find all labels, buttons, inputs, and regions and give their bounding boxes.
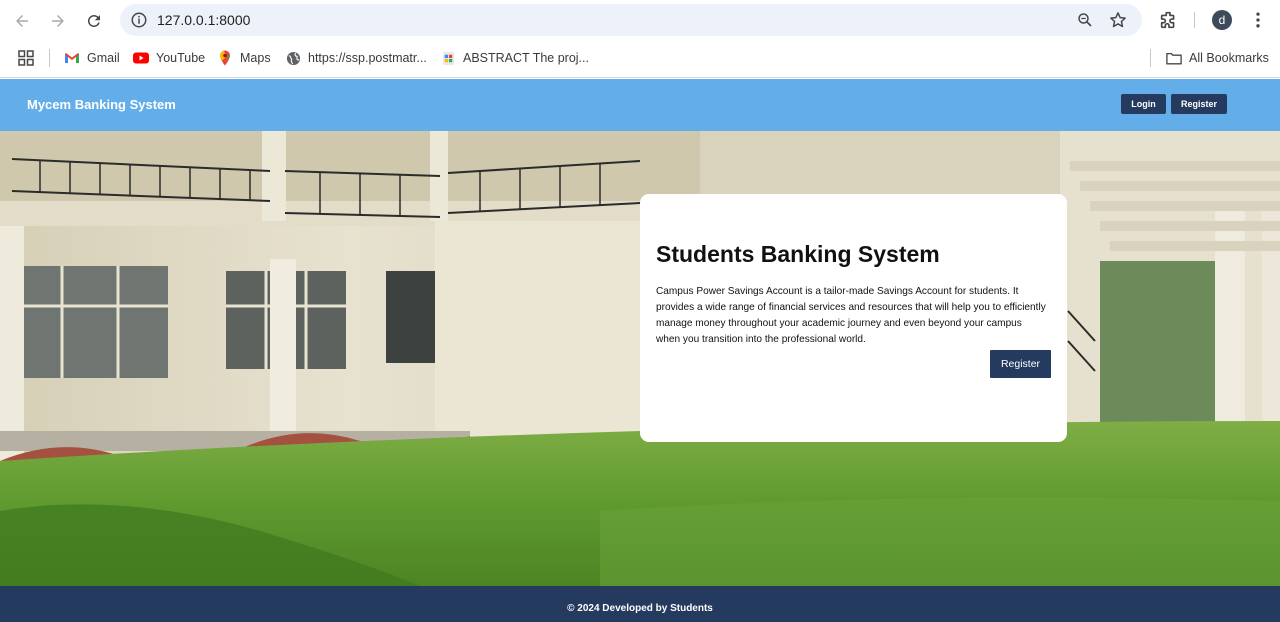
address-bar[interactable]: 127.0.0.1:8000 (120, 4, 1142, 36)
footer-credit: © 2024 Developed by Students (567, 603, 713, 614)
globe-icon (285, 50, 301, 66)
hero-section: Students Banking System Campus Power Sav… (0, 131, 1280, 586)
reload-icon (87, 14, 100, 27)
bookmark-star-icon[interactable] (1108, 10, 1128, 30)
extensions-icon[interactable] (1158, 9, 1180, 31)
bookmark-youtube[interactable]: YouTube (133, 49, 205, 67)
more-menu-icon[interactable] (1248, 10, 1268, 30)
youtube-icon (133, 50, 149, 66)
nav-register-button[interactable]: Register (1171, 94, 1227, 114)
login-button[interactable]: Login (1121, 94, 1166, 114)
bookmark-label: https://ssp.postmatr... (308, 51, 427, 65)
bookmark-label: ABSTRACT The proj... (463, 51, 589, 65)
zoom-icon[interactable] (1076, 11, 1094, 29)
bookmarks-divider (1150, 49, 1151, 67)
gmail-icon (64, 50, 80, 66)
bookmark-label: Gmail (87, 51, 120, 65)
hero-card: Students Banking System Campus Power Sav… (640, 194, 1067, 442)
bookmarks-divider (49, 49, 50, 67)
profile-avatar[interactable]: d (1212, 10, 1232, 30)
bookmark-label: YouTube (156, 51, 206, 65)
bookmark-label: Maps (240, 51, 271, 65)
back-button[interactable] (9, 8, 35, 34)
reload-button[interactable] (81, 8, 107, 34)
hero-description: Campus Power Savings Account is a tailor… (656, 286, 1046, 345)
site-footer: © 2024 Developed by Students (0, 586, 1280, 622)
toolbar-divider (1194, 12, 1195, 28)
folder-icon (1166, 50, 1182, 66)
forward-button[interactable] (45, 8, 71, 34)
bookmark-maps[interactable]: Maps (217, 49, 271, 67)
maps-icon (217, 50, 233, 66)
hero-register-button[interactable]: Register (990, 350, 1051, 378)
site-navbar: Mycem Banking System Login Register (0, 79, 1280, 131)
hero-title: Students Banking System (656, 241, 940, 267)
url-text[interactable]: 127.0.0.1:8000 (157, 12, 250, 28)
bookmark-gmail[interactable]: Gmail (64, 49, 120, 67)
apps-grid-icon[interactable] (18, 50, 34, 66)
bookmark-ssp[interactable]: https://ssp.postmatr... (285, 49, 427, 67)
arrow-left-icon (16, 15, 28, 27)
bookmarks-bar: Gmail YouTube Maps https://ssp.postmatr.… (0, 40, 1280, 78)
brand-link[interactable]: Mycem Banking System (27, 97, 176, 112)
arrow-right-icon (52, 15, 64, 27)
all-bookmarks-button[interactable]: All Bookmarks (1166, 49, 1269, 67)
browser-toolbar: 127.0.0.1:8000 d (0, 0, 1280, 40)
bookmark-abstract[interactable]: ABSTRACT The proj... (440, 49, 589, 67)
site-info-icon[interactable] (130, 11, 148, 29)
document-icon (440, 50, 456, 66)
all-bookmarks-label: All Bookmarks (1189, 51, 1269, 65)
